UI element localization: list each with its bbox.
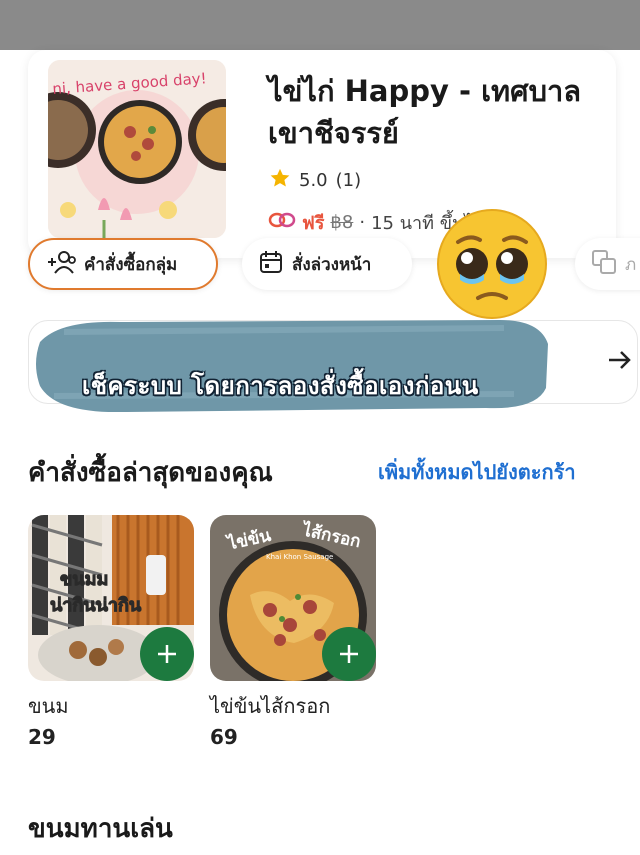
store-name: ไข่ไก่ Happy - เทศบาลเขาชีจรรย์ — [268, 74, 582, 150]
subscription-loop-icon — [268, 211, 296, 234]
delivery-separator: · — [359, 212, 366, 233]
product-name: ไข่ข้นไส้กรอก — [210, 694, 331, 718]
pleading-face-icon — [436, 208, 548, 320]
calendar-icon — [258, 249, 284, 280]
snacks-section-title: ขนมทานเล่น — [28, 814, 173, 844]
store-page: ni, have a good day! ไข่ไก่ Happy - เทศบ… — [0, 50, 640, 855]
product-card[interactable]: ไข่ข้น ไส้กรอก Khai Khon Sausage ไข่ข้นไ… — [210, 515, 376, 749]
product-image-snack: ขนมม น่ากินน่ากิน — [28, 515, 194, 681]
translate-label: ภ — [625, 254, 637, 275]
add-to-cart-button[interactable] — [140, 627, 194, 681]
star-icon — [269, 167, 291, 194]
delivery-old-fee: ฿8 — [330, 212, 354, 233]
product-price: 69 — [210, 725, 238, 749]
delivery-free-label: ฟรี — [302, 213, 325, 234]
recent-orders-title: คำสั่งซื้อล่าสุดของคุณ — [28, 458, 273, 488]
product-image-omelette: ไข่ข้น ไส้กรอก Khai Khon Sausage — [210, 515, 376, 681]
translate-icon — [591, 249, 617, 280]
schedule-order-label: สั่งล่วงหน้า — [292, 254, 372, 275]
add-to-cart-button[interactable] — [322, 627, 376, 681]
plus-icon — [158, 645, 176, 663]
overlay-caption: เช็คระบบ โดยการลองสั่งซื้อเองก่อนน — [82, 372, 479, 400]
snack-label-1: ขนมม — [60, 569, 108, 590]
snack-label-2: น่ากินน่ากิน — [50, 595, 142, 616]
group-order-button[interactable]: คำสั่งซื้อกลุ่ม — [28, 238, 218, 290]
product-price: 29 — [28, 725, 56, 749]
add-group-icon — [46, 249, 76, 280]
translate-button[interactable]: ภ — [575, 238, 640, 290]
rating-value: 5.0 — [299, 170, 328, 191]
plus-icon — [340, 645, 358, 663]
status-strip — [0, 0, 640, 50]
store-thumbnail: ni, have a good day! — [48, 60, 226, 238]
rating-count: (1) — [335, 170, 362, 191]
group-order-label: คำสั่งซื้อกลุ่ม — [84, 254, 178, 275]
rating-row[interactable]: 5.0 (1) — [269, 167, 361, 194]
add-all-to-cart-link[interactable]: เพิ่มทั้งหมดไปยังตะกร้า — [378, 456, 576, 488]
product-card[interactable]: ขนมม น่ากินน่ากิน ขนม 29 — [28, 515, 194, 749]
product-name: ขนม — [28, 694, 69, 718]
arrow-right-icon[interactable] — [600, 340, 640, 380]
schedule-order-button[interactable]: สั่งล่วงหน้า — [242, 238, 412, 290]
omelette-sub: Khai Khon Sausage — [266, 553, 333, 561]
